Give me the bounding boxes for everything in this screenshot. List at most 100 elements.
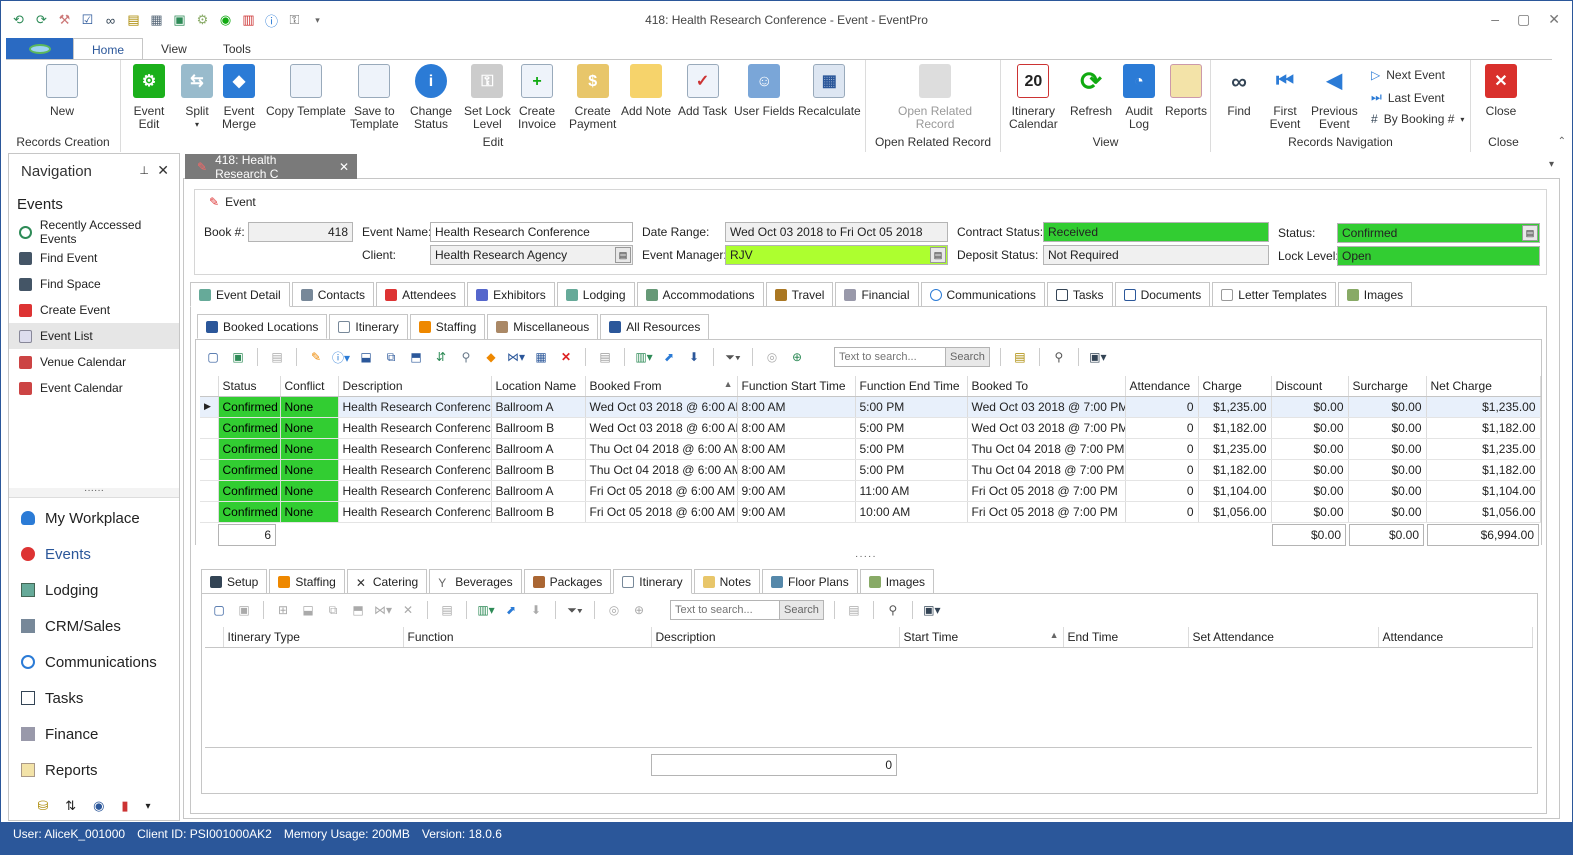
column-header-sorted[interactable]: Booked From ▲ <box>585 376 738 397</box>
table-cell[interactable]: $0.00 <box>1271 459 1349 481</box>
tab-attendees[interactable]: Attendees <box>376 282 466 307</box>
table-cell[interactable]: 8:00 AM <box>737 417 856 439</box>
module-my-workplace[interactable]: My Workplace <box>9 500 179 536</box>
column-header[interactable]: Itinerary Type <box>223 627 404 648</box>
tab-communications[interactable]: Communications <box>920 282 1045 307</box>
row-selector[interactable] <box>200 417 219 439</box>
columns-dropdown-icon[interactable]: ▥▾ <box>635 348 653 366</box>
column-header[interactable]: Conflict <box>280 376 339 397</box>
column-header[interactable]: Attendance <box>1378 627 1533 648</box>
table-cell[interactable]: $0.00 <box>1348 459 1427 481</box>
clear-icon[interactable]: ◎ <box>763 348 781 366</box>
tab-images[interactable]: Images <box>1337 282 1413 307</box>
table-cell[interactable]: None <box>280 480 339 502</box>
table-row[interactable]: Confirmed None Health Research Conference B… <box>200 459 1541 481</box>
table-cell[interactable]: Fri Oct 05 2018 @ 6:00 AM <box>585 480 738 502</box>
table-cell[interactable]: Wed Oct 03 2018 @ 6:00 AM <box>585 396 738 418</box>
row-selector[interactable]: ▶ <box>200 396 219 418</box>
globe-icon[interactable]: ◉ <box>93 798 104 814</box>
nav-event-list[interactable]: Event List <box>9 323 179 349</box>
tab-accommodations[interactable]: Accommodations <box>636 282 764 307</box>
edit-pencil-icon[interactable]: ✎ <box>307 348 325 366</box>
by-booking-button[interactable]: # By Booking # ▾ <box>1371 112 1464 126</box>
link-icon[interactable]: ⚲ <box>457 348 475 366</box>
table-cell[interactable]: $1,235.00 <box>1198 396 1272 418</box>
row-selector[interactable] <box>200 501 219 523</box>
tab-contacts[interactable]: Contacts <box>291 282 375 307</box>
next-event-button[interactable]: ▷ Next Event <box>1371 68 1445 82</box>
open-related-record-button[interactable]: Open Related Record <box>898 64 972 131</box>
table-cell[interactable]: Confirmed <box>218 396 281 418</box>
column-header[interactable]: Function End Time <box>855 376 968 397</box>
column-header[interactable]: Description <box>338 376 492 397</box>
close-button[interactable]: ✕ Close <box>1485 64 1517 118</box>
table-cell[interactable]: Ballroom A <box>491 396 586 418</box>
itinerary-calendar-button[interactable]: 20 Itinerary Calendar <box>1009 64 1058 131</box>
table-cell[interactable]: $0.00 <box>1348 417 1427 439</box>
table-row[interactable]: Confirmed None Health Research Conference B… <box>200 438 1541 460</box>
move-record-icon[interactable]: ⬒ <box>349 601 367 619</box>
tab-tasks[interactable]: Tasks <box>1046 282 1113 307</box>
table-cell[interactable]: $1,235.00 <box>1426 438 1541 460</box>
client-field[interactable]: Health Research Agency ▤ <box>430 245 633 265</box>
table-row[interactable]: ▶ Confirmed None Health Research Conference… <box>200 396 1541 418</box>
table-cell[interactable]: Ballroom B <box>491 417 586 439</box>
table-cell[interactable]: $0.00 <box>1271 501 1349 523</box>
tab-view[interactable]: View <box>143 38 205 60</box>
export-icon[interactable]: ⬈ <box>660 348 678 366</box>
previous-event-button[interactable]: ◀ Previous Event <box>1311 64 1358 131</box>
table-cell[interactable]: Health Research Conference <box>338 501 492 523</box>
tab-financial[interactable]: Financial <box>835 282 919 307</box>
minimize-icon[interactable]: – <box>1491 11 1499 28</box>
table-cell[interactable]: Confirmed <box>218 501 281 523</box>
itinerary-search-input[interactable] <box>671 601 779 619</box>
doc-tab-event-418[interactable]: ✎ 418: Health Research C ✕ <box>185 153 357 181</box>
event-name-field[interactable]: Health Research Conference <box>430 222 633 242</box>
table-cell[interactable]: $1,182.00 <box>1198 459 1272 481</box>
table-cell[interactable]: Confirmed <box>218 438 281 460</box>
tab-tools[interactable]: Tools <box>205 38 269 60</box>
more-modules-icon[interactable]: ▾ <box>145 801 150 812</box>
reports-button[interactable]: Reports <box>1165 64 1207 118</box>
nav-venue-calendar[interactable]: Venue Calendar <box>9 349 179 375</box>
zoom-icon[interactable]: ⚲ <box>1050 348 1068 366</box>
tab-miscellaneous[interactable]: Miscellaneous <box>487 314 599 339</box>
tab-travel[interactable]: Travel <box>765 282 834 307</box>
tab-catering[interactable]: ✕ Catering <box>346 569 428 594</box>
table-cell[interactable]: Ballroom B <box>491 501 586 523</box>
new-record-icon[interactable]: ▢ <box>210 601 228 619</box>
table-cell[interactable]: Thu Oct 04 2018 @ 7:00 PM <box>967 438 1126 460</box>
column-header[interactable]: End Time <box>1063 627 1189 648</box>
set-lock-level-button[interactable]: ⚿ Set Lock Level <box>464 64 511 131</box>
tab-letter-templates[interactable]: Letter Templates <box>1212 282 1336 307</box>
copy-record-icon[interactable]: ⧉ <box>324 601 342 619</box>
tab-itinerary[interactable]: Itinerary <box>329 314 408 339</box>
export-icon[interactable]: ⬈ <box>502 601 520 619</box>
table-cell[interactable]: Ballroom B <box>491 459 586 481</box>
tab-exhibitors[interactable]: Exhibitors <box>467 282 555 307</box>
column-header[interactable]: Description <box>651 627 900 648</box>
tab-booked-locations[interactable]: Booked Locations <box>197 314 328 339</box>
column-header[interactable]: Status <box>218 376 281 397</box>
table-cell[interactable]: Thu Oct 04 2018 @ 6:00 AM <box>585 459 738 481</box>
table-cell[interactable]: Wed Oct 03 2018 @ 6:00 AM <box>585 417 738 439</box>
table-cell[interactable]: Health Research Conference <box>338 396 492 418</box>
module-tasks[interactable]: Tasks <box>9 680 179 716</box>
event-merge-button[interactable]: ◆ Event Merge <box>222 64 256 131</box>
module-lodging[interactable]: Lodging <box>9 572 179 608</box>
insert-icon[interactable]: ⬓ <box>357 348 375 366</box>
table-row[interactable]: Confirmed None Health Research Conference B… <box>200 480 1541 502</box>
table-cell[interactable]: $0.00 <box>1348 438 1427 460</box>
column-header-sorted[interactable]: Start Time ▲ <box>899 627 1064 648</box>
create-invoice-button[interactable]: + Create Invoice <box>518 64 556 131</box>
layout-save-dropdown-icon[interactable]: ▣▾ <box>923 601 941 619</box>
zoom-icon[interactable]: ⚲ <box>884 601 902 619</box>
table-cell[interactable]: $0.00 <box>1271 438 1349 460</box>
table-cell[interactable]: Confirmed <box>218 459 281 481</box>
print-icon[interactable]: ▤ <box>596 348 614 366</box>
table-cell[interactable]: Ballroom A <box>491 438 586 460</box>
share-dropdown-icon[interactable]: ⋈▾ <box>507 348 525 366</box>
table-cell[interactable]: None <box>280 396 339 418</box>
tab-lower-images[interactable]: Images <box>859 569 935 594</box>
nav-find-event[interactable]: Find Event <box>9 245 179 271</box>
